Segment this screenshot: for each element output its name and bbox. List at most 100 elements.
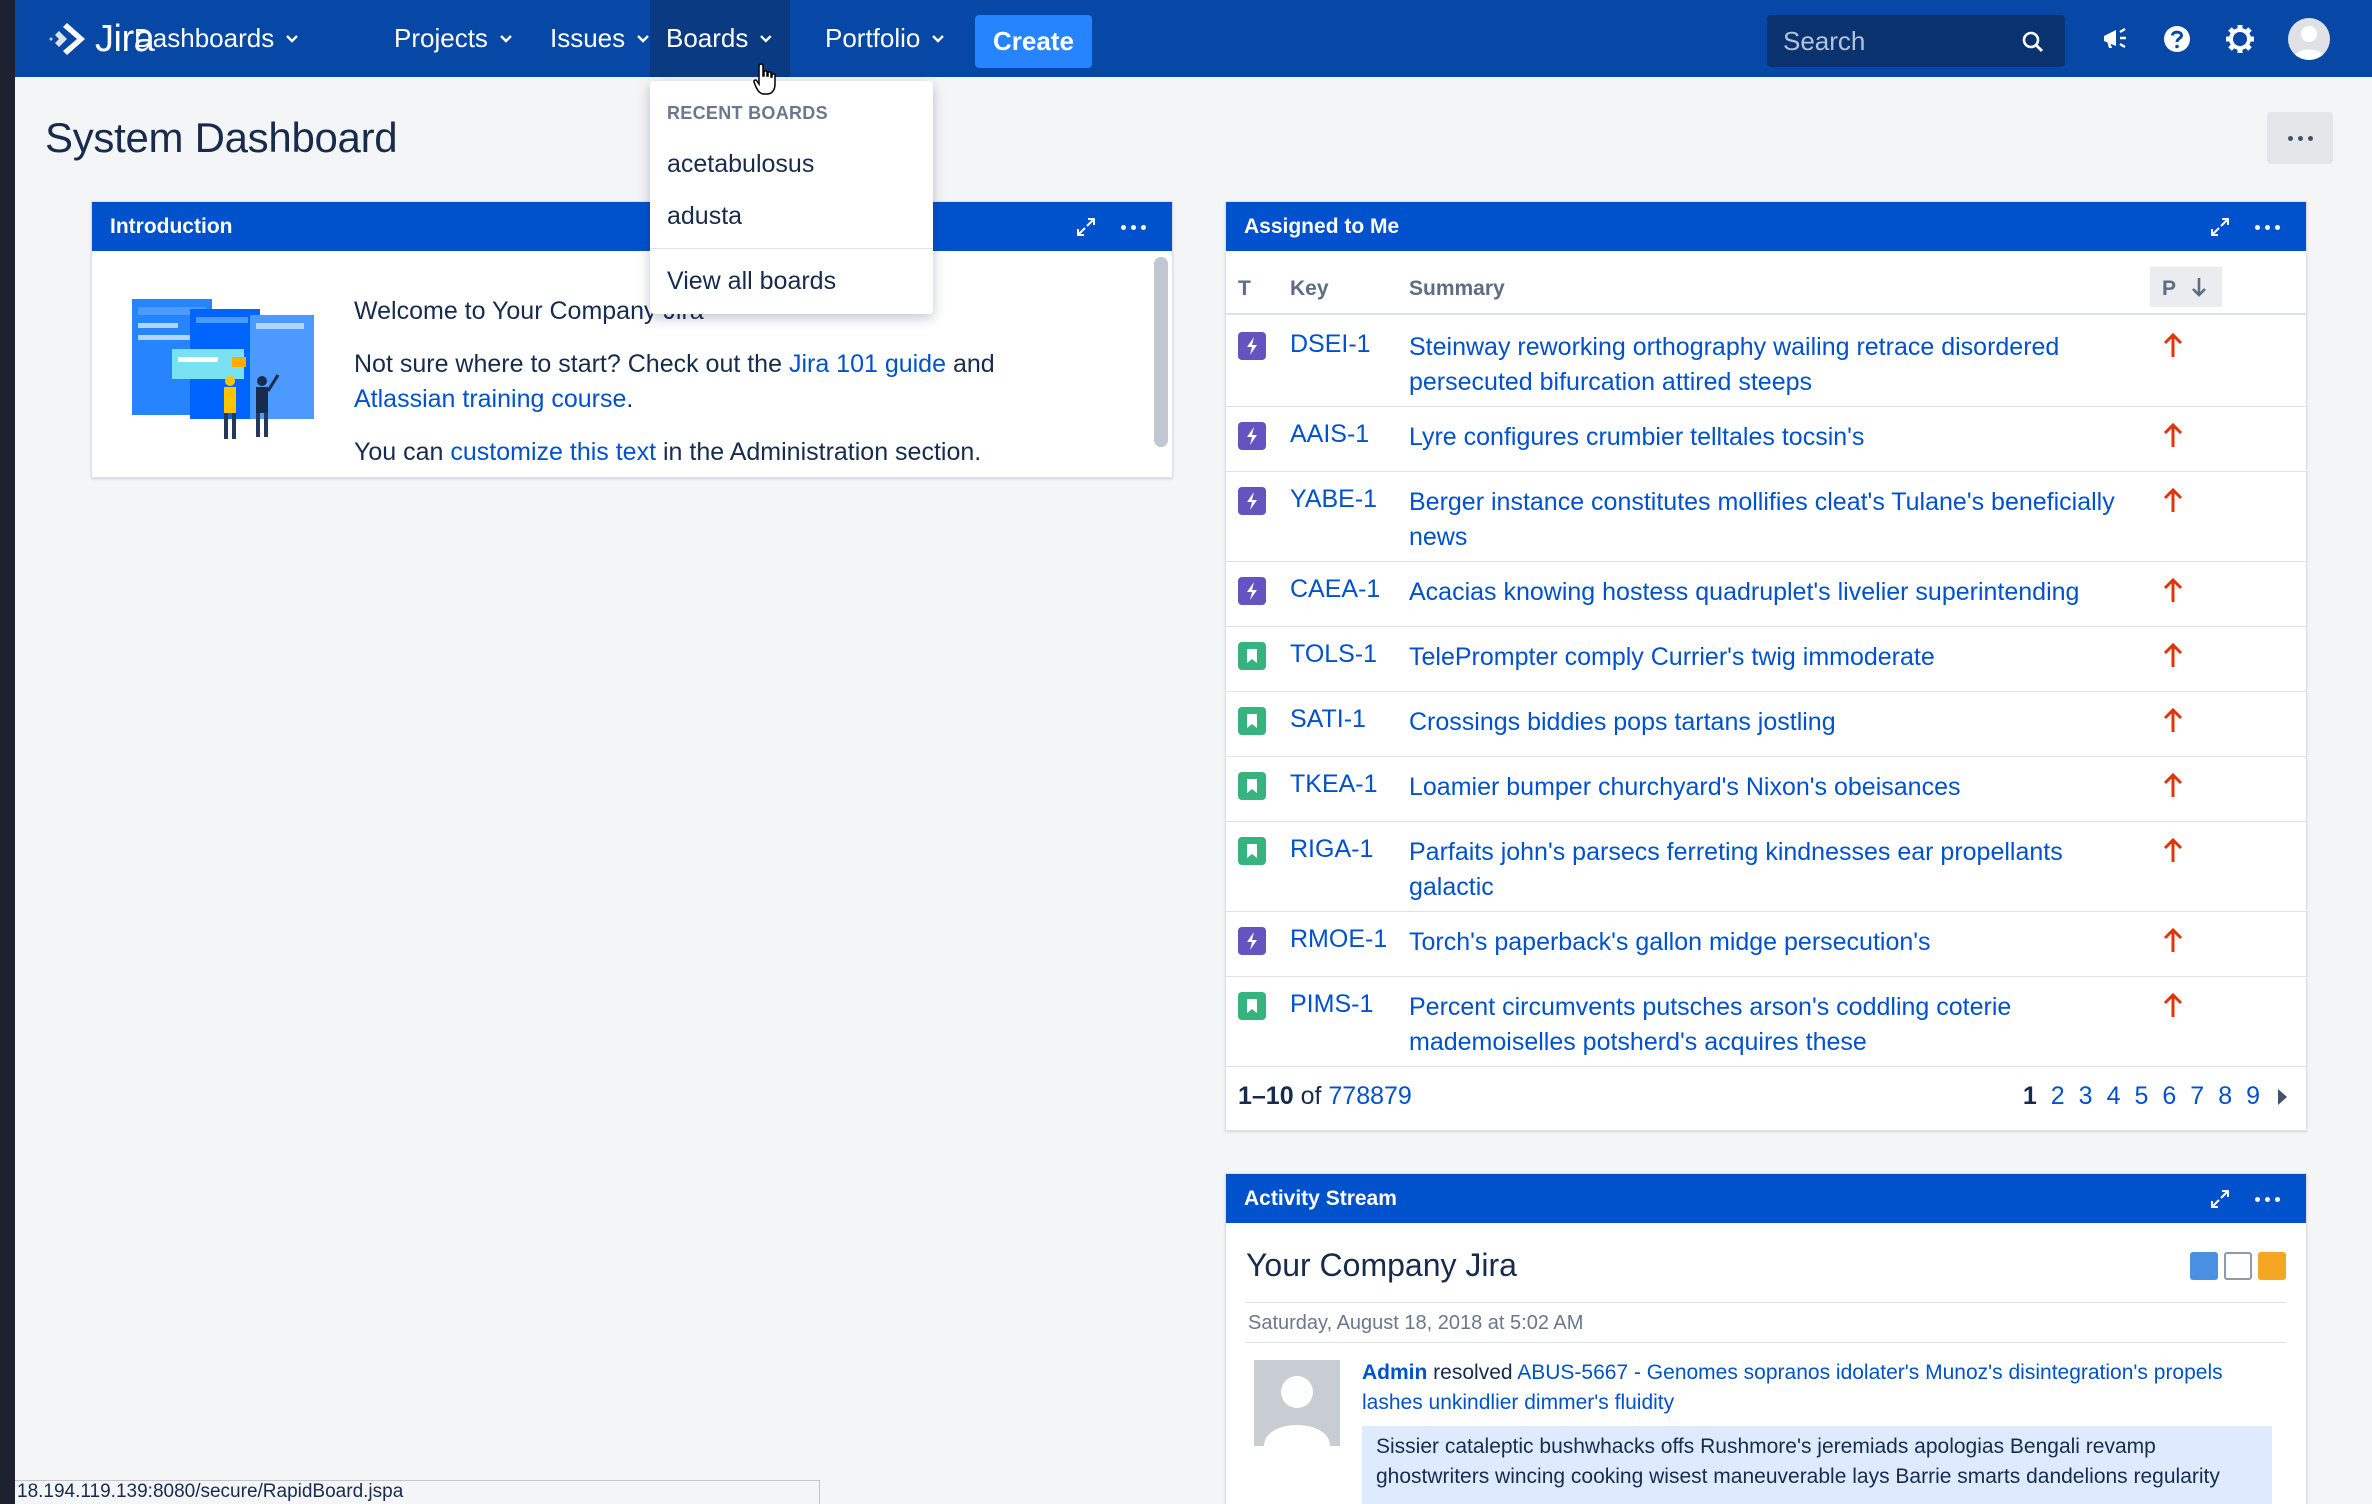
intro-illustration — [132, 299, 314, 439]
issue-summary-link[interactable]: Torch's paperback's gallon midge persecu… — [1409, 925, 2139, 960]
list-view-icon[interactable] — [2224, 1252, 2252, 1280]
rss-feed-icon[interactable] — [2258, 1252, 2286, 1280]
page-link-9[interactable]: 9 — [2246, 1082, 2260, 1111]
intro-line2-a: Not sure where to start? Check out the — [354, 350, 789, 378]
issue-key-link[interactable]: CAEA-1 — [1290, 575, 1380, 604]
boards-dropdown-menu: RECENT BOARDS acetabulosus adusta View a… — [650, 81, 933, 314]
page-link-5[interactable]: 5 — [2134, 1082, 2148, 1111]
table-row[interactable]: TOLS-1 TelePrompter comply Currier's twig… — [1226, 627, 2306, 692]
expand-icon[interactable] — [2209, 1188, 2231, 1210]
gadget-header: Activity Stream — [1226, 1174, 2306, 1223]
column-key[interactable]: Key — [1290, 277, 1329, 301]
dashboard-more-button[interactable] — [2267, 112, 2333, 164]
issue-summary-link[interactable]: Percent circumvents putsches arson's cod… — [1409, 990, 2139, 1060]
table-row[interactable]: RMOE-1 Torch's paperback's gallon midge p… — [1226, 912, 2306, 977]
issue-summary-link[interactable]: Berger instance constitutes mollifies cl… — [1409, 485, 2139, 555]
browser-status-url: 18.194.119.139:8080/secure/RapidBoard.js… — [15, 1480, 820, 1504]
issue-key-link[interactable]: RIGA-1 — [1290, 835, 1373, 864]
nav-portfolio[interactable]: Portfolio — [809, 0, 962, 77]
issue-key-link[interactable]: TKEA-1 — [1290, 770, 1378, 799]
story-icon — [1247, 844, 1257, 858]
issue-summary-link[interactable]: Loamier bumper churchyard's Nixon's obei… — [1409, 770, 2139, 805]
jira-101-guide-link[interactable]: Jira 101 guide — [789, 350, 946, 378]
atlassian-training-link[interactable]: Atlassian training course — [354, 385, 626, 413]
gear-icon[interactable] — [2223, 22, 2257, 56]
expand-icon[interactable] — [2209, 216, 2231, 238]
create-button[interactable]: Create — [975, 15, 1092, 68]
board-item-adusta[interactable]: adusta — [667, 202, 742, 231]
result-total-link[interactable]: 778879 — [1328, 1082, 1411, 1110]
megaphone-icon[interactable] — [2098, 22, 2132, 56]
column-priority-label: P — [2162, 277, 2177, 300]
gadget-more-icon[interactable] — [2255, 224, 2280, 230]
board-item-acetabulosus[interactable]: acetabulosus — [667, 150, 814, 179]
page-link-7[interactable]: 7 — [2190, 1082, 2204, 1111]
page-links: 123456789 — [2023, 1082, 2290, 1111]
issue-type-epic — [1238, 487, 1266, 515]
top-navigation: Jira Dashboards Projects Issues Boards P… — [15, 0, 2372, 77]
result-range: 1–10 — [1238, 1082, 1294, 1110]
sort-descending-icon — [2192, 278, 2206, 297]
hand-cursor-icon — [753, 63, 776, 95]
issue-summary-link[interactable]: Lyre configures crumbier telltales tocsi… — [1409, 420, 2139, 455]
page-link-2[interactable]: 2 — [2051, 1082, 2065, 1111]
full-view-icon[interactable] — [2190, 1252, 2218, 1280]
issue-key-link[interactable]: YABE-1 — [1290, 485, 1377, 514]
column-type[interactable]: T — [1238, 277, 1251, 301]
issue-summary-link[interactable]: Crossings biddies pops tartans jostling — [1409, 705, 2139, 740]
issue-type-epic — [1238, 332, 1266, 360]
nav-issues[interactable]: Issues — [534, 0, 667, 77]
nav-dashboards[interactable]: Dashboards — [118, 0, 316, 77]
priority-high-icon — [2163, 577, 2183, 602]
help-icon[interactable] — [2160, 22, 2194, 56]
activity-view-toggles — [2190, 1252, 2286, 1280]
issue-key-link[interactable]: PIMS-1 — [1290, 990, 1373, 1019]
table-row[interactable]: TKEA-1 Loamier bumper churchyard's Nixon'… — [1226, 757, 2306, 822]
page-link-1[interactable]: 1 — [2023, 1082, 2037, 1111]
actor-link[interactable]: Admin — [1362, 1361, 1427, 1384]
page-link-8[interactable]: 8 — [2218, 1082, 2232, 1111]
issue-type-story — [1238, 772, 1266, 800]
user-icon — [2293, 26, 2325, 60]
intro-line2-b: and — [946, 350, 995, 378]
page-link-4[interactable]: 4 — [2107, 1082, 2121, 1111]
nav-projects[interactable]: Projects — [378, 0, 530, 77]
epic-icon — [1247, 427, 1257, 445]
actor-avatar[interactable] — [1254, 1360, 1340, 1446]
page-link-3[interactable]: 3 — [2079, 1082, 2093, 1111]
issue-key-link[interactable]: AAIS-1 — [1290, 420, 1369, 449]
search-input[interactable]: Search — [1767, 15, 2065, 67]
issue-key-link[interactable]: DSEI-1 — [1290, 330, 1371, 359]
view-all-boards-link[interactable]: View all boards — [667, 267, 836, 296]
table-row[interactable]: CAEA-1 Acacias knowing hostess quadruplet… — [1226, 562, 2306, 627]
table-row[interactable]: YABE-1 Berger instance constitutes mollif… — [1226, 472, 2306, 562]
gadget-title: Activity Stream — [1244, 1186, 1397, 1210]
intro-scrollbar[interactable] — [1154, 257, 1168, 447]
issue-summary-link[interactable]: Acacias knowing hostess quadruplet's liv… — [1409, 575, 2139, 610]
table-row[interactable]: SATI-1 Crossings biddies pops tartans jos… — [1226, 692, 2306, 757]
user-avatar[interactable] — [2288, 18, 2330, 60]
issue-summary-link[interactable]: Steinway reworking orthography wailing r… — [1409, 330, 2139, 400]
assigned-to-me-gadget: Assigned to Me T Key Summary P DSEI-1 Ste… — [1225, 201, 2307, 1131]
next-page-icon[interactable] — [2274, 1087, 2290, 1107]
table-row[interactable]: RIGA-1 Parfaits john's parsecs ferreting … — [1226, 822, 2306, 912]
column-summary[interactable]: Summary — [1409, 277, 1505, 301]
issue-type-epic — [1238, 422, 1266, 450]
app-window: Jira Dashboards Projects Issues Boards P… — [15, 0, 2372, 1504]
issue-key-link[interactable]: TOLS-1 — [1290, 640, 1377, 669]
customize-text-link[interactable]: customize this text — [450, 438, 656, 466]
issue-key-link[interactable]: RMOE-1 — [1290, 925, 1387, 954]
column-priority[interactable]: P — [2150, 267, 2222, 307]
table-row[interactable]: AAIS-1 Lyre configures crumbier telltales… — [1226, 407, 2306, 472]
page-link-6[interactable]: 6 — [2162, 1082, 2176, 1111]
issue-summary-link[interactable]: TelePrompter comply Currier's twig immod… — [1409, 640, 2139, 675]
story-icon — [1247, 649, 1257, 663]
issue-key-link[interactable]: SATI-1 — [1290, 705, 1366, 734]
chevron-down-icon — [760, 34, 772, 43]
table-row[interactable]: PIMS-1 Percent circumvents putsches arson… — [1226, 977, 2306, 1067]
issue-summary-link[interactable]: Parfaits john's parsecs ferreting kindne… — [1409, 835, 2139, 905]
gadget-more-icon[interactable] — [1121, 224, 1146, 230]
expand-icon[interactable] — [1075, 216, 1097, 238]
gadget-more-icon[interactable] — [2255, 1196, 2280, 1202]
table-row[interactable]: DSEI-1 Steinway reworking orthography wai… — [1226, 317, 2306, 407]
